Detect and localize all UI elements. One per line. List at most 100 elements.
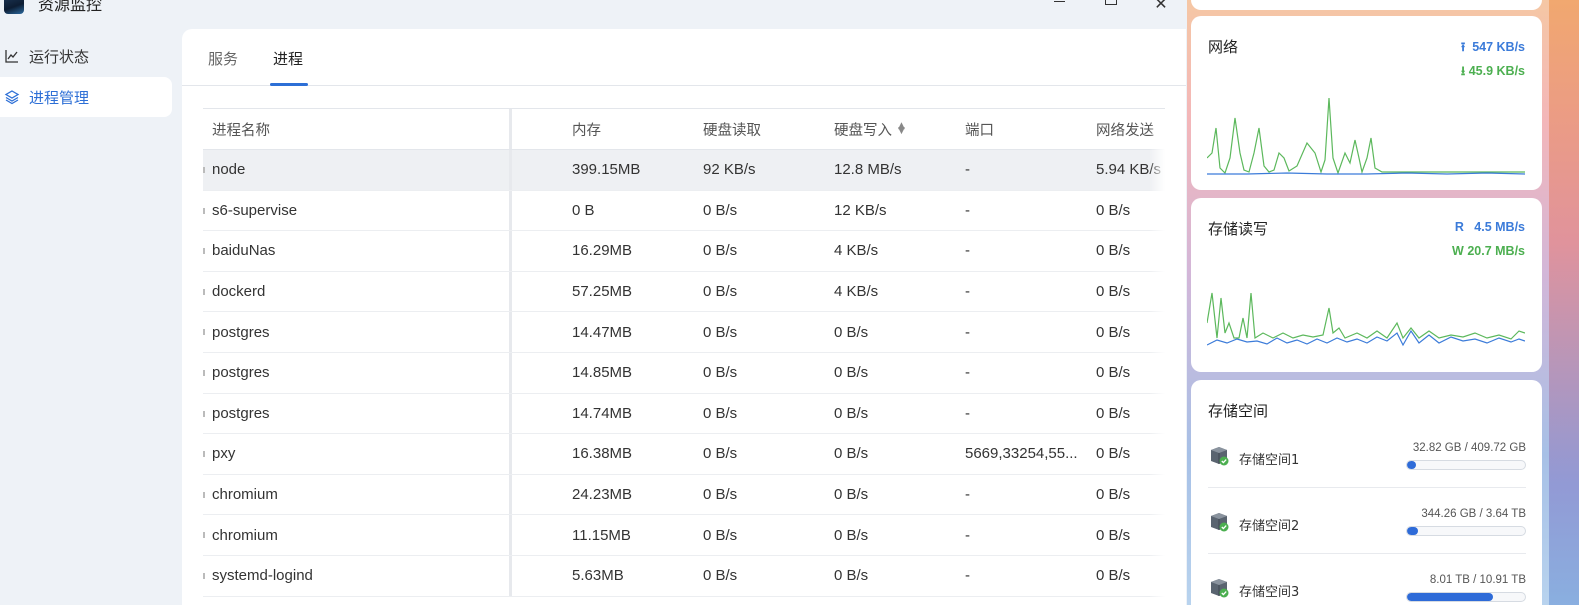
- column-header-port[interactable]: 端口: [965, 109, 1080, 149]
- table-row[interactable]: node 399.15MB 92 KB/s 12.8 MB/s -5.94 KB/s: [203, 150, 1165, 191]
- disk-write-cell: 0 B/s: [834, 364, 869, 382]
- column-divider: [509, 271, 512, 312]
- disk-read-cell: 0 B/s: [703, 242, 738, 260]
- memory-cell: 16.29MB: [572, 242, 633, 260]
- memory-cell: 399.15MB: [572, 161, 641, 179]
- disk-read-cell: 0 B/s: [703, 201, 738, 219]
- table-row[interactable]: dockerd 57.25MB 0 B/s 4 KB/s - 0 B/s: [203, 271, 1165, 313]
- widget-card-top: [1191, 0, 1542, 10]
- process-name-cell: chromium: [212, 526, 278, 544]
- maximize-icon[interactable]: [1099, 0, 1123, 14]
- disk-write-cell: 0 B/s: [834, 445, 869, 463]
- minimize-icon[interactable]: [1048, 0, 1072, 14]
- storage-read-rate: R 4.5 MB/s: [1455, 220, 1525, 234]
- network-widget: 网络 ⭱ 547 KB/s ⭳ 45.9 KB/s: [1191, 16, 1542, 190]
- column-header-disk-write[interactable]: 硬盘写入 ▲ ▼: [834, 109, 905, 149]
- memory-cell: 14.47MB: [572, 323, 633, 341]
- volume-used: 8.01 TB: [1429, 574, 1470, 586]
- overflow-fade: [1149, 109, 1165, 605]
- close-icon[interactable]: ✕: [1149, 0, 1173, 16]
- table-row[interactable]: postgres 14.85MB 0 B/s 0 B/s - 0 B/s: [203, 352, 1165, 394]
- column-header-label: 硬盘写入: [834, 122, 892, 139]
- volume-usage-fill: [1407, 593, 1494, 601]
- table-row[interactable]: postgres 14.47MB 0 B/s 0 B/s - 0 B/s: [203, 312, 1165, 353]
- volume-usage-bar: [1406, 460, 1526, 470]
- process-name-cell: baiduNas: [212, 242, 276, 260]
- storage-volume-item[interactable]: 存储空间2 344.26 GB / 3.64 TB: [1208, 488, 1526, 554]
- row-marker: [203, 329, 205, 336]
- column-header-net-send[interactable]: 网络发送: [1096, 109, 1154, 149]
- storage-volume-item[interactable]: 存储空间1 32.82 GB / 409.72 GB: [1208, 422, 1526, 488]
- process-name-cell: chromium: [212, 486, 278, 504]
- table-row[interactable]: chromium 24.23MB 0 B/s 0 B/s - 0 B/s: [203, 474, 1165, 516]
- port-cell: 5669,33254,55...: [965, 445, 1078, 463]
- table-row[interactable]: s6-supervise 0 B 0 B/s 12 KB/s - 0 B/s: [203, 190, 1165, 232]
- download-value: 45.9 KB/s: [1468, 64, 1525, 78]
- storage-io-sparkline: [1207, 292, 1525, 347]
- port-cell: -: [965, 486, 970, 504]
- sidebar-item-label: 进程管理: [29, 88, 90, 107]
- port-cell: -: [965, 404, 970, 422]
- column-header-memory[interactable]: 内存: [572, 109, 601, 149]
- port-cell: -: [965, 242, 970, 260]
- sort-icon[interactable]: ▲ ▼: [898, 122, 905, 136]
- port-cell: -: [965, 323, 970, 341]
- table-body: node 399.15MB 92 KB/s 12.8 MB/s -5.94 KB/s s6…: [203, 150, 1165, 597]
- column-header-disk-read[interactable]: 硬盘读取: [703, 109, 761, 149]
- read-value: 4.5 MB/s: [1474, 220, 1525, 234]
- row-marker: [203, 572, 205, 579]
- net-send-cell: 0 B/s: [1096, 526, 1131, 544]
- disk-write-cell: 12.8 MB/s: [834, 161, 902, 179]
- widget-title: 网络: [1208, 38, 1239, 56]
- disk-read-cell: 0 B/s: [703, 486, 738, 504]
- process-name-cell: postgres: [212, 364, 270, 382]
- volume-name: 存储空间3: [1239, 585, 1300, 600]
- process-name-cell: dockerd: [212, 283, 266, 301]
- net-send-cell: 0 B/s: [1096, 404, 1131, 422]
- sidebar-item-status[interactable]: 运行状态: [0, 36, 172, 76]
- column-divider: [509, 434, 512, 474]
- column-resize-handle[interactable]: [509, 109, 512, 149]
- tab-services[interactable]: 服务: [208, 48, 238, 69]
- column-header-name[interactable]: 进程名称: [212, 109, 502, 149]
- process-name-cell: pxy: [212, 445, 236, 463]
- process-name-cell: node: [212, 161, 246, 179]
- port-cell: -: [965, 567, 970, 585]
- column-divider: [509, 555, 512, 596]
- disk-read-cell: 0 B/s: [703, 567, 738, 585]
- volume-total: 10.91 TB: [1479, 574, 1526, 586]
- network-sparkline: [1207, 98, 1525, 175]
- port-cell: -: [965, 526, 970, 544]
- tab-processes[interactable]: 进程: [273, 48, 303, 69]
- disk-write-cell: 0 B/s: [834, 323, 869, 341]
- storage-write-rate: W 20.7 MB/s: [1452, 244, 1525, 258]
- volume-usage-fill: [1407, 527, 1418, 535]
- disk-volume-icon: [1211, 513, 1229, 532]
- table-row[interactable]: postgres 14.74MB 0 B/s 0 B/s - 0 B/s: [203, 393, 1165, 435]
- net-send-cell: 0 B/s: [1096, 445, 1131, 463]
- process-name-cell: systemd-logind: [212, 567, 313, 585]
- row-marker: [203, 491, 205, 498]
- upload-value: 547 KB/s: [1472, 40, 1525, 54]
- port-cell: -: [965, 201, 970, 219]
- write-prefix: W: [1452, 244, 1464, 258]
- volume-name: 存储空间2: [1239, 519, 1300, 534]
- table-header: 进程名称 内存 硬盘读取 硬盘写入 ▲ ▼ 端口 网络发送: [203, 109, 1165, 150]
- window-title: 资源监控: [38, 0, 103, 14]
- storage-volume-item[interactable]: 存储空间3 8.01 TB / 10.91 TB: [1208, 554, 1526, 605]
- net-send-cell: 0 B/s: [1096, 201, 1131, 219]
- sidebar-item-processes[interactable]: 进程管理: [0, 77, 172, 117]
- table-row[interactable]: pxy 16.38MB 0 B/s 0 B/s 5669,33254,55... 0 B/…: [203, 434, 1165, 475]
- disk-read-cell: 0 B/s: [703, 283, 738, 301]
- memory-cell: 11.15MB: [572, 526, 631, 544]
- memory-cell: 14.85MB: [572, 364, 633, 382]
- disk-read-cell: 0 B/s: [703, 323, 738, 341]
- main-panel: 服务 进程 进程名称 内存 硬盘读取 硬盘写入 ▲ ▼ 端口 网络发送 node 3…: [182, 29, 1186, 605]
- port-cell: -: [965, 364, 970, 382]
- table-row[interactable]: chromium 11.15MB 0 B/s 0 B/s - 0 B/s: [203, 515, 1165, 556]
- storage-io-widget: 存储读写 R 4.5 MB/s W 20.7 MB/s: [1191, 198, 1542, 372]
- line-chart-icon: [4, 48, 20, 64]
- table-row[interactable]: baiduNas 16.29MB 0 B/s 4 KB/s - 0 B/s: [203, 231, 1165, 272]
- row-marker: [203, 369, 205, 376]
- table-row[interactable]: systemd-logind 5.63MB 0 B/s 0 B/s - 0 B/s: [203, 555, 1165, 597]
